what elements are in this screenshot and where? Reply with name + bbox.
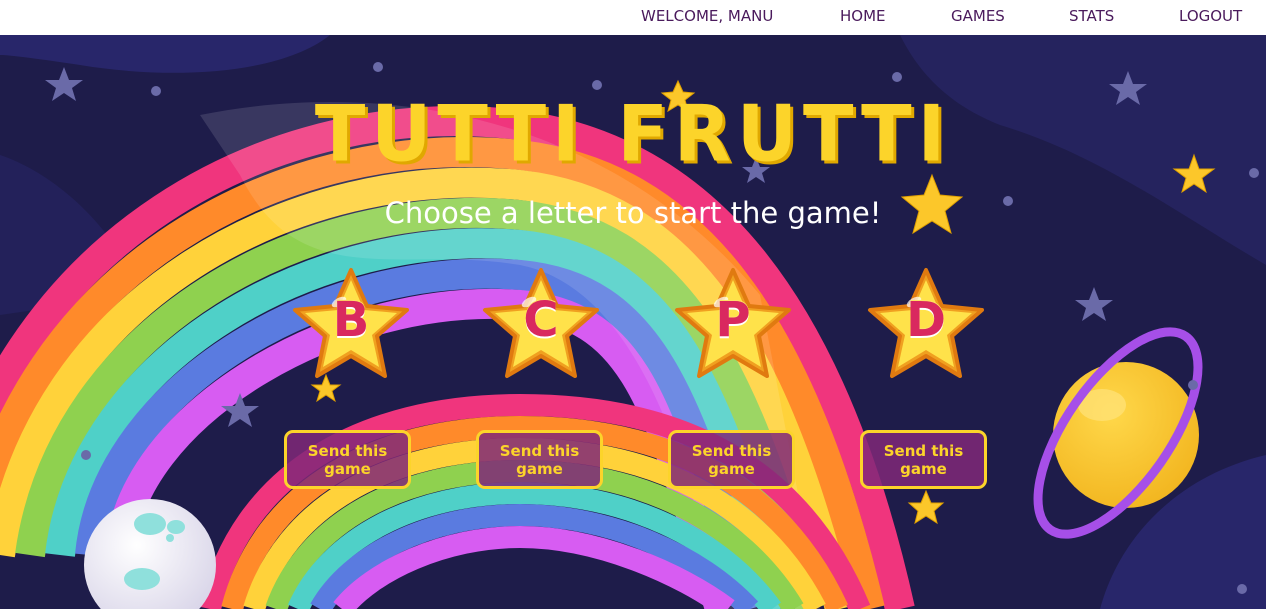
game-subtitle: Choose a letter to start the game!: [384, 196, 882, 230]
send-game-button-p[interactable]: Send this game: [668, 430, 795, 489]
nav-games-link[interactable]: GAMES: [951, 0, 1005, 35]
top-navbar: WELCOME, MANU HOME GAMES STATS LOGOUT: [0, 0, 1266, 35]
send-game-button-c[interactable]: Send this game: [476, 430, 603, 489]
letter-star-c[interactable]: C: [479, 266, 603, 390]
letter-p-label: P: [715, 292, 751, 348]
game-title: TUTTI FRUTTI: [314, 88, 952, 180]
letter-star-p[interactable]: P: [671, 266, 795, 390]
nav-logout-link[interactable]: LOGOUT: [1179, 0, 1242, 35]
nav-stats-link[interactable]: STATS: [1069, 0, 1114, 35]
send-game-button-b[interactable]: Send this game: [284, 430, 411, 489]
nav-welcome-user[interactable]: WELCOME, MANU: [641, 0, 773, 35]
letter-d-label: D: [906, 292, 946, 348]
nav-home-link[interactable]: HOME: [840, 0, 886, 35]
letter-star-b[interactable]: B: [289, 266, 413, 390]
letter-b-label: B: [332, 292, 370, 348]
send-game-button-d[interactable]: Send this game: [860, 430, 987, 489]
letter-c-label: C: [523, 292, 559, 348]
letter-star-d[interactable]: D: [864, 266, 988, 390]
game-scene: TUTTI FRUTTI Choose a letter to start th…: [0, 35, 1266, 609]
